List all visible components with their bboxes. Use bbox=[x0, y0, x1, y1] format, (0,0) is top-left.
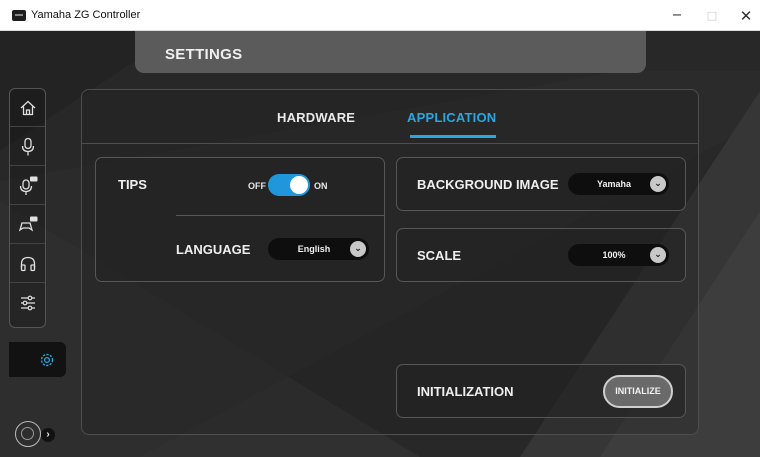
tab-hardware[interactable]: HARDWARE bbox=[277, 110, 355, 125]
tips-toggle-knob bbox=[290, 176, 308, 194]
active-tab-indicator bbox=[410, 135, 496, 138]
close-button[interactable]: ✕ bbox=[731, 7, 760, 25]
settings-header: SETTINGS bbox=[135, 31, 646, 73]
tips-off-label: OFF bbox=[248, 181, 266, 191]
background-image-select-value: Yamaha bbox=[596, 179, 632, 189]
home-icon bbox=[20, 100, 35, 115]
title-bar: Yamaha ZG Controller − □ ✕ bbox=[0, 0, 760, 31]
language-label: LANGUAGE bbox=[176, 242, 251, 257]
tips-divider bbox=[176, 215, 385, 216]
scale-label: SCALE bbox=[417, 248, 462, 263]
sidebar-item-mixer[interactable] bbox=[10, 284, 45, 322]
maximize-button[interactable]: □ bbox=[697, 7, 727, 25]
sidebar-item-settings[interactable] bbox=[9, 342, 66, 377]
sidebar-item-home[interactable] bbox=[10, 89, 45, 127]
headphones-icon bbox=[20, 256, 35, 271]
tips-toggle[interactable] bbox=[268, 174, 310, 196]
microphone-icon bbox=[21, 137, 34, 155]
window-title: Yamaha ZG Controller bbox=[31, 9, 141, 21]
app-icon bbox=[12, 10, 26, 21]
tab-application[interactable]: APPLICATION bbox=[407, 110, 496, 125]
sidebar bbox=[9, 88, 46, 328]
background-image-label: BACKGROUND IMAGE bbox=[417, 177, 559, 192]
language-select-value: English bbox=[297, 244, 331, 254]
chevron-down-icon: ⌄ bbox=[650, 247, 666, 263]
gamepad-fx-icon bbox=[18, 216, 37, 232]
sidebar-item-microphone-fx[interactable] bbox=[10, 167, 45, 205]
device-logo-button[interactable] bbox=[15, 421, 41, 447]
scale-select-value: 100% bbox=[602, 250, 626, 260]
page-title: SETTINGS bbox=[165, 46, 243, 63]
sidebar-item-gamepad-fx[interactable] bbox=[10, 206, 45, 244]
sidebar-item-microphone[interactable] bbox=[10, 128, 45, 166]
chevron-down-icon: ⌄ bbox=[650, 176, 666, 192]
tips-language-box bbox=[95, 157, 385, 282]
sidebar-expand-button[interactable]: › bbox=[41, 428, 55, 442]
background-image-select[interactable]: Yamaha ⌄ bbox=[568, 173, 669, 195]
tab-divider bbox=[82, 143, 698, 144]
chevron-down-icon: ⌄ bbox=[350, 241, 366, 257]
initialization-label: INITIALIZATION bbox=[417, 384, 514, 399]
tips-on-label: ON bbox=[314, 181, 328, 191]
yamaha-logo-icon bbox=[21, 427, 34, 440]
sidebar-item-headphones[interactable] bbox=[10, 245, 45, 283]
language-select[interactable]: English ⌄ bbox=[268, 238, 369, 260]
sliders-icon bbox=[20, 295, 35, 311]
microphone-fx-icon bbox=[19, 176, 37, 195]
tips-label: TIPS bbox=[118, 177, 147, 192]
initialize-button[interactable]: INITIALIZE bbox=[603, 375, 673, 408]
gear-icon bbox=[40, 353, 54, 366]
scale-select[interactable]: 100% ⌄ bbox=[568, 244, 669, 266]
minimize-button[interactable]: − bbox=[662, 7, 692, 25]
